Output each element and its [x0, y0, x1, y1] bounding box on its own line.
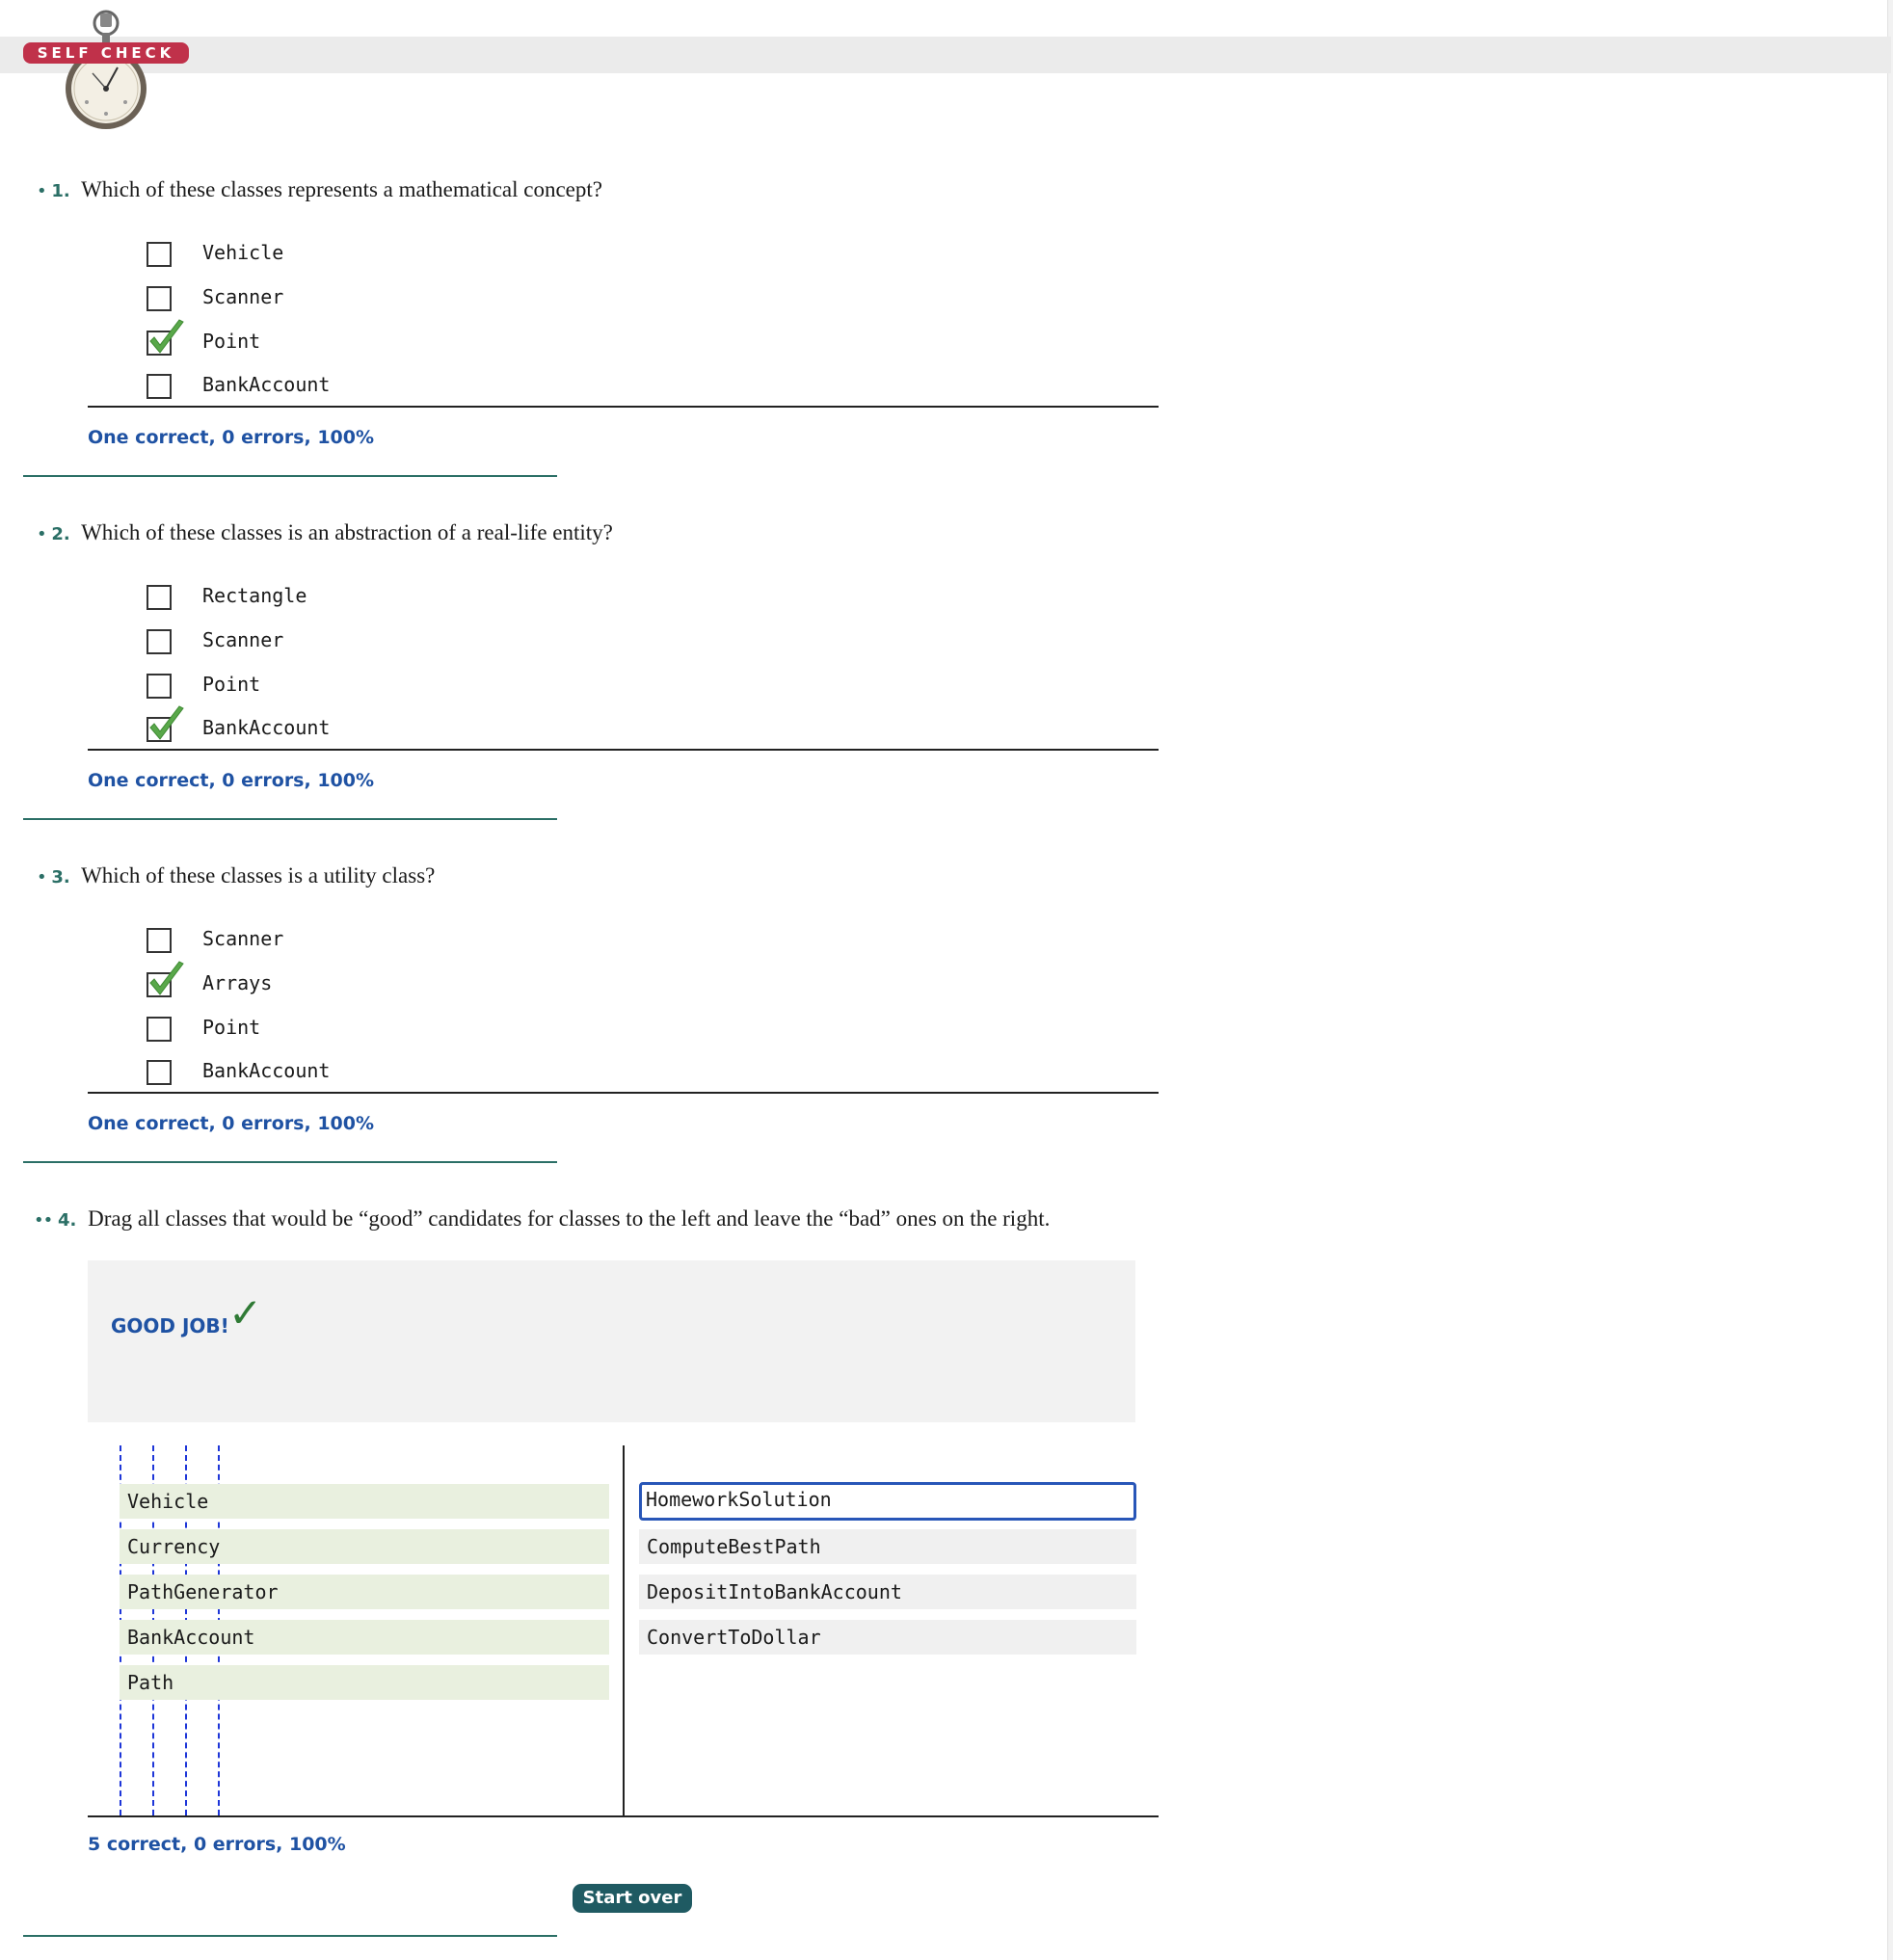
option-label: Vehicle [202, 241, 284, 264]
question-number: 1. [51, 181, 70, 201]
section-separator [23, 1935, 557, 1937]
column-divider [623, 1445, 625, 1817]
question-bullet: •• [34, 1210, 53, 1231]
option-label: Scanner [202, 628, 284, 651]
score-text: One correct, 0 errors, 100% [88, 770, 375, 791]
checkmark-icon: ✓ [228, 1289, 263, 1337]
option-label: Scanner [202, 285, 284, 308]
feedback-panel: GOOD JOB! ✓ [88, 1260, 1135, 1422]
drag-item-good[interactable]: Currency [120, 1529, 609, 1564]
drag-item-bad[interactable]: ConvertToDollar [639, 1620, 1136, 1655]
question-text: Which of these classes represents a math… [81, 177, 602, 201]
question-text: Which of these classes is a utility clas… [81, 863, 436, 887]
question-text: Which of these classes is an abstraction… [81, 520, 613, 544]
start-over-button[interactable]: Start over [573, 1884, 692, 1913]
question-number: 3. [51, 867, 70, 887]
checkbox[interactable] [147, 1017, 172, 1042]
drag-item-bad[interactable]: DepositIntoBankAccount [639, 1575, 1136, 1609]
drag-drop-area: Vehicle Currency PathGenerator BankAccou… [88, 1445, 1159, 1817]
option-label: Scanner [202, 927, 284, 950]
page: SELF CHECK • 1. Which of these classes r… [0, 0, 1893, 1960]
drag-item-good[interactable]: PathGenerator [120, 1575, 609, 1609]
checkbox[interactable] [147, 286, 172, 311]
drag-item-bad[interactable]: ComputeBestPath [639, 1529, 1136, 1564]
checkbox[interactable] [147, 1060, 172, 1085]
option-label: BankAccount [202, 716, 331, 739]
score-text: One correct, 0 errors, 100% [88, 1113, 375, 1134]
checkmark-icon [149, 961, 184, 995]
section-separator [23, 818, 557, 820]
divider [88, 406, 1159, 408]
question-bullet: • [37, 524, 47, 544]
score-text: One correct, 0 errors, 100% [88, 427, 375, 448]
option-label: Point [202, 330, 261, 353]
checkbox[interactable] [147, 629, 172, 654]
feedback-message: GOOD JOB! [111, 1314, 229, 1338]
option-label: Rectangle [202, 584, 307, 607]
checkmark-icon [149, 705, 184, 740]
question-bullet: • [37, 867, 47, 887]
drag-item-bad-selected[interactable]: HomeworkSolution [639, 1482, 1136, 1521]
drag-item-good[interactable]: BankAccount [120, 1620, 609, 1655]
header-band [0, 37, 1891, 73]
question-4-heading: •• 4. Drag all classes that would be “go… [34, 1205, 1050, 1234]
question-text: Drag all classes that would be “good” ca… [88, 1206, 1051, 1231]
question-number: 2. [51, 524, 70, 544]
section-separator [23, 1161, 557, 1163]
checkbox[interactable] [147, 242, 172, 267]
checkbox[interactable] [147, 928, 172, 953]
divider [88, 749, 1159, 751]
drag-item-good[interactable]: Path [120, 1665, 609, 1700]
option-label: Point [202, 1016, 261, 1039]
question-2-heading: • 2. Which of these classes is an abstra… [37, 519, 613, 548]
stopwatch-icon [66, 10, 147, 129]
question-3-heading: • 3. Which of these classes is a utility… [37, 862, 435, 891]
checkbox[interactable] [147, 374, 172, 399]
question-1-heading: • 1. Which of these classes represents a… [37, 176, 602, 205]
option-label: Arrays [202, 971, 273, 994]
score-text: 5 correct, 0 errors, 100% [88, 1834, 346, 1855]
divider [88, 1092, 1159, 1094]
checkbox[interactable] [147, 585, 172, 610]
option-label: BankAccount [202, 1059, 331, 1082]
divider [88, 1815, 1159, 1817]
question-number: 4. [57, 1210, 77, 1231]
option-label: BankAccount [202, 373, 331, 396]
scrollbar-edge [1887, 0, 1893, 1960]
self-check-badge: SELF CHECK [23, 42, 189, 64]
question-bullet: • [37, 181, 47, 201]
checkbox[interactable] [147, 674, 172, 699]
drag-item-good[interactable]: Vehicle [120, 1484, 609, 1519]
section-separator [23, 475, 557, 477]
option-label: Point [202, 673, 261, 696]
checkmark-icon [149, 319, 184, 354]
